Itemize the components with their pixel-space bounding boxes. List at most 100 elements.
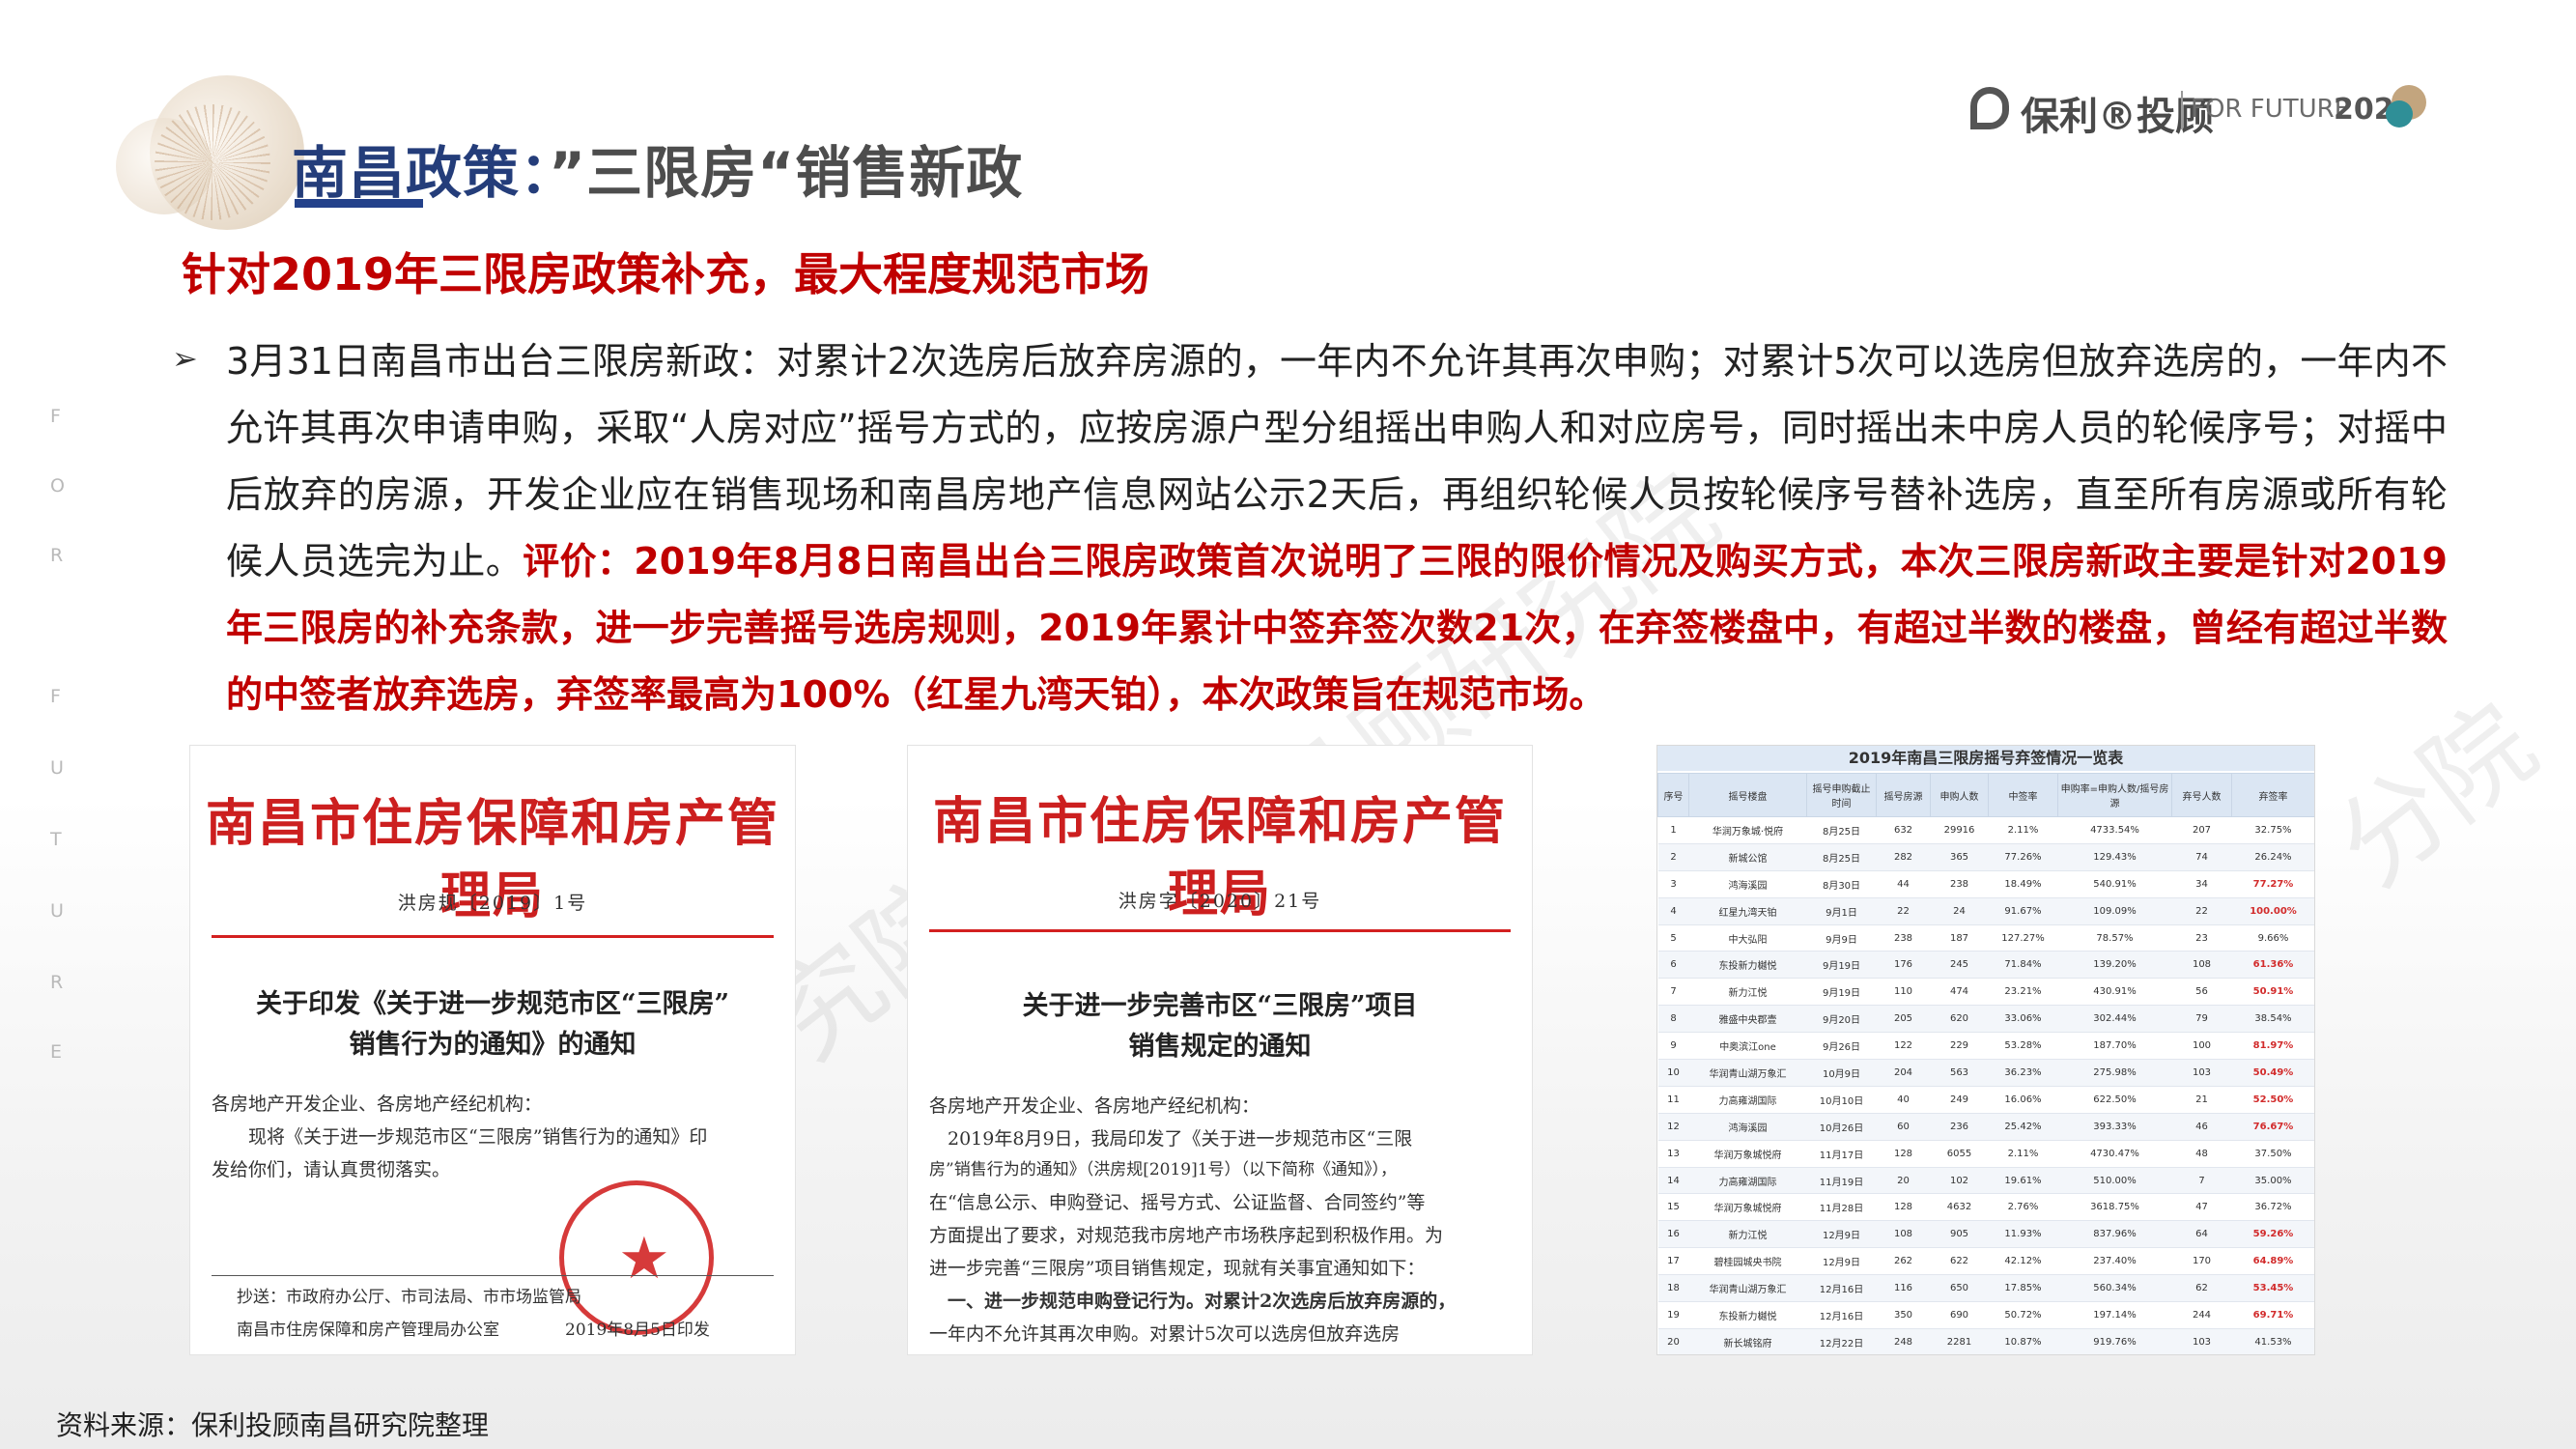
doc2-title-line: 关于进一步完善市区“三限房”项目 xyxy=(1022,991,1418,1021)
table-cell: 22 xyxy=(1876,897,1931,925)
table-cell: 14 xyxy=(1657,1167,1689,1195)
brand-logo: 保利®投顾 FOR FUTURE 2020 xyxy=(1970,81,2434,139)
table-cell: 9月1日 xyxy=(1806,897,1877,925)
table-row: 12 鸿海溪园 10月26日 60 236 25.42% 393.33% 46 76.67% xyxy=(1657,1113,2314,1141)
doc1-text-line: 发给你们，请认真贯彻落实。 xyxy=(212,1159,451,1180)
side-letter: R xyxy=(50,545,64,566)
table-cell: 44 xyxy=(1876,870,1931,898)
table-row: 6 东投新力樾悦 9月19日 176 245 71.84% 139.20% 108 61.36% xyxy=(1657,951,2314,980)
table-cell: 46 xyxy=(2171,1113,2232,1141)
table-cell: 华润万象城悦府 xyxy=(1688,1140,1807,1168)
table-header-cell: 申购人数 xyxy=(1930,773,1989,817)
table-cell: 248 xyxy=(1876,1328,1931,1354)
table-cell: 905 xyxy=(1930,1220,1989,1249)
table-cell: 76.67% xyxy=(2231,1113,2314,1141)
table-cell: 430.91% xyxy=(2057,978,2172,1007)
table-cell: 205 xyxy=(1876,1005,1931,1034)
table-cell: 5 xyxy=(1657,924,1689,952)
table-cell: 187 xyxy=(1930,924,1989,952)
table-cell: 25.42% xyxy=(1988,1113,2058,1141)
table-cell: 新城公馆 xyxy=(1688,843,1807,871)
table-cell: 11 xyxy=(1657,1086,1689,1114)
table-header-cell: 中签率 xyxy=(1988,773,2058,817)
table-cell: 4733.54% xyxy=(2057,816,2172,844)
doc2-text-line: 一年内不允许其再次申购。对累计5次可以选房但放弃选房 xyxy=(929,1323,1401,1345)
table-row: 8 雅盛中央郡壹 9月20日 205 620 33.06% 302.44% 79 38.54% xyxy=(1657,1005,2314,1034)
table-cell: 9月19日 xyxy=(1806,951,1877,980)
table-cell: 8月25日 xyxy=(1806,843,1877,871)
table-cell: 77.27% xyxy=(2231,870,2314,898)
title-rest: ”三限房“销售新政 xyxy=(549,140,1024,206)
table-cell: 力高雍湖国际 xyxy=(1688,1086,1807,1114)
table-row: 10 华润青山湖万象汇 10月9日 204 563 36.23% 275.98% 103 50.… xyxy=(1657,1059,2314,1087)
doc2-text-line: 各房地产开发企业、各房地产经纪机构： xyxy=(929,1095,1260,1117)
doc2-text-line: 2019年8月9日，我局印发了《关于进一步规范市区“三限 xyxy=(929,1128,1413,1150)
table-cell: 622.50% xyxy=(2057,1086,2172,1114)
table-cell: 91.67% xyxy=(1988,897,2058,925)
side-letter: U xyxy=(50,900,64,922)
table-cell: 4632 xyxy=(1930,1193,1989,1222)
table-cell: 2.11% xyxy=(1988,816,2058,844)
table-row: 17 碧桂园城央书院 12月9日 262 622 42.12% 237.40% 170 64.8… xyxy=(1657,1247,2314,1276)
table-cell: 16 xyxy=(1657,1220,1689,1249)
table-cell: 919.76% xyxy=(2057,1328,2172,1354)
table-cell: 12 xyxy=(1657,1113,1689,1141)
side-letter: R xyxy=(50,972,64,993)
table-cell: 18.49% xyxy=(1988,870,2058,898)
table-row: 18 华润青山湖万象汇 12月16日 116 650 17.85% 560.34% 62 53.… xyxy=(1657,1274,2314,1303)
table-cell: 34 xyxy=(2171,870,2232,898)
table-cell: 10月26日 xyxy=(1806,1113,1877,1141)
table-cell: 17 xyxy=(1657,1247,1689,1276)
lottery-summary-table-image: 2019年南昌三限房摇号弃签情况一览表 序号 摇号楼盘 摇号申购截止时间 摇号房源 申购… xyxy=(1657,746,2314,1354)
table-cell: 12月16日 xyxy=(1806,1274,1877,1303)
doc1-title-line: 关于印发《关于进一步规范市区“三限房” xyxy=(255,989,730,1019)
table-cell: 108 xyxy=(2171,951,2232,980)
table-cell: 26.24% xyxy=(2231,843,2314,871)
table-cell: 力高雍湖国际 xyxy=(1688,1167,1807,1195)
table-cell: 11月17日 xyxy=(1806,1140,1877,1168)
table-cell: 24 xyxy=(1930,897,1989,925)
table-cell: 50.72% xyxy=(1988,1301,2058,1329)
table-cell: 9 xyxy=(1657,1032,1689,1061)
table-cell: 60 xyxy=(1876,1113,1931,1141)
table-row: 9 中奥滨江one 9月26日 122 229 53.28% 187.70% 100 81.97… xyxy=(1657,1032,2314,1061)
table-cell: 1 xyxy=(1657,816,1689,844)
table-cell: 12月22日 xyxy=(1806,1328,1877,1354)
table-cell: 100 xyxy=(2171,1032,2232,1061)
table-cell: 238 xyxy=(1876,924,1931,952)
table-cell: 690 xyxy=(1930,1301,1989,1329)
bullet-arrow-icon: ➢ xyxy=(172,340,198,377)
doc1-text-line: 现将《关于进一步规范市区“三限房”销售行为的通知》印 xyxy=(248,1126,708,1148)
table-header-cell: 摇号楼盘 xyxy=(1688,773,1807,817)
table-cell: 8 xyxy=(1657,1005,1689,1034)
document-image-1: 南昌市住房保障和房产管理局 洪房规〔2019〕1号 关于印发《关于进一步规范市区… xyxy=(190,746,795,1354)
doc2-text-line: 在“信息公示、申购登记、摇号方式、公证监督、合同签约”等 xyxy=(929,1192,1426,1213)
logo-dot-teal xyxy=(2386,100,2413,128)
table-cell: 100.00% xyxy=(2231,897,2314,925)
side-letter: E xyxy=(50,1041,63,1063)
table-cell: 中大弘阳 xyxy=(1688,924,1807,952)
table-header-row: 序号 摇号楼盘 摇号申购截止时间 摇号房源 申购人数 中签率 申购率=申购人数/摇号房源 弃号… xyxy=(1657,773,2314,817)
table-cell: 23.21% xyxy=(1988,978,2058,1007)
doc2-number: 洪房字〔2020〕21号 xyxy=(1118,891,1322,912)
table-cell: 2 xyxy=(1657,843,1689,871)
table-cell: 122 xyxy=(1876,1032,1931,1061)
table-cell: 53.28% xyxy=(1988,1032,2058,1061)
table-cell: 9月26日 xyxy=(1806,1032,1877,1061)
table-cell: 238 xyxy=(1930,870,1989,898)
table-cell: 302.44% xyxy=(2057,1005,2172,1034)
doc1-footer-rule xyxy=(212,1275,774,1276)
side-letter: T xyxy=(50,829,62,850)
table-cell: 12月9日 xyxy=(1806,1247,1877,1276)
table-row: 19 东投新力樾悦 12月16日 350 690 50.72% 197.14% 244 69.7… xyxy=(1657,1301,2314,1329)
table-cell: 23 xyxy=(2171,924,2232,952)
table-header-cell: 申购率=申购人数/摇号房源 xyxy=(2057,773,2172,817)
table-cell: 108 xyxy=(1876,1220,1931,1249)
table-cell: 187.70% xyxy=(2057,1032,2172,1061)
table-cell: 103 xyxy=(2171,1328,2232,1354)
title-underline xyxy=(295,199,423,208)
logo-mark-icon xyxy=(1970,87,2009,129)
table-cell: 38.54% xyxy=(2231,1005,2314,1034)
table-row: 7 新力江悦 9月19日 110 474 23.21% 430.91% 56 50.91% xyxy=(1657,978,2314,1007)
decor-ray-pattern xyxy=(155,104,270,220)
